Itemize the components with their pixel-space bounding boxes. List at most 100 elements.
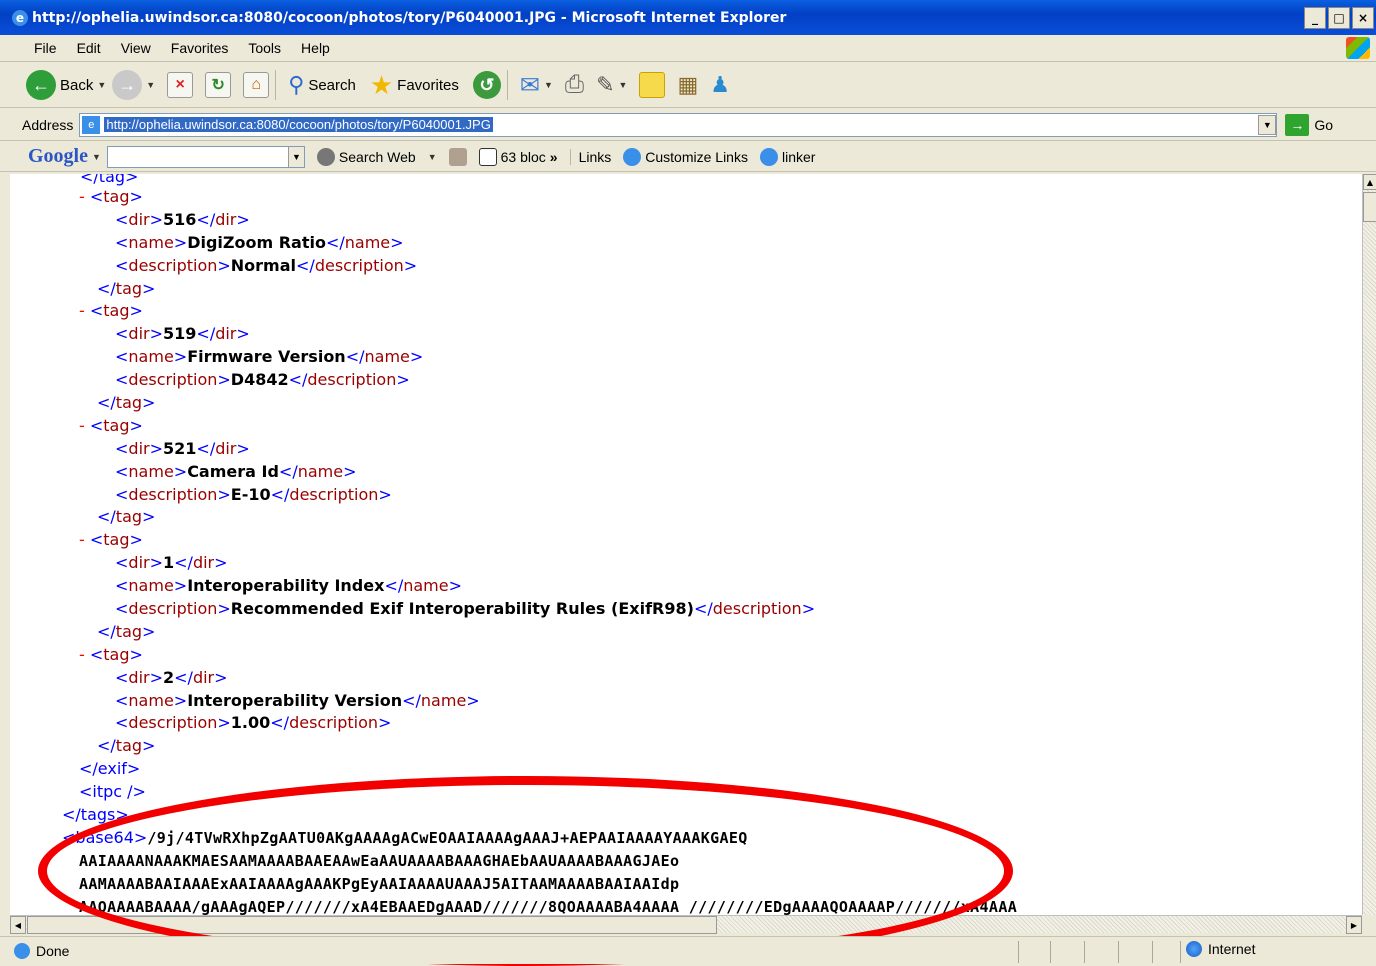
research-icon: ▦ [677, 72, 699, 97]
chevron-down-icon[interactable]: ▼ [97, 80, 106, 90]
chevron-down-icon[interactable]: ▼ [287, 146, 304, 167]
status-panel [1152, 941, 1153, 963]
chevron-down-icon[interactable]: ▼ [146, 80, 155, 90]
home-button[interactable]: ⌂ [243, 72, 270, 98]
ie-icon: e [12, 9, 28, 26]
status-panel [1018, 941, 1019, 963]
mail-button[interactable]: ✉ ▼ [520, 71, 553, 100]
chevron-down-icon[interactable]: ▼ [428, 152, 437, 162]
collapse-toggle[interactable]: - [79, 301, 85, 320]
minimize-button[interactable]: _ [1304, 6, 1326, 29]
customize-links-link[interactable]: Customize Links [623, 147, 748, 166]
tag-open: - <tag> [79, 187, 143, 206]
refresh-icon: ↻ [205, 72, 232, 98]
menu-bar: File Edit View Favorites Tools Help [0, 35, 1376, 62]
news-icon [448, 147, 467, 166]
collapse-toggle[interactable]: - [79, 645, 85, 664]
google-toolbar: Google ▼ ▼ Search Web ▼ 63 bloc » Links … [0, 142, 1376, 172]
chevron-down-icon[interactable]: ▼ [544, 80, 553, 90]
go-button[interactable]: → Go [1285, 113, 1333, 136]
toolbar-separator [275, 70, 277, 100]
maximize-button[interactable]: □ [1328, 6, 1350, 29]
chevron-down-icon[interactable]: ▼ [92, 152, 101, 162]
base64-line: AAIAAAANAAAKMAESAAMAAAABAAEAAwEaAAUAAAAB… [10, 850, 1362, 873]
scroll-left-icon[interactable]: ◀ [10, 916, 26, 934]
name-element: <name>Camera Id</name> [115, 461, 357, 481]
news-button[interactable] [448, 147, 467, 166]
favorites-label: Favorites [397, 76, 459, 94]
ie-page-icon [623, 147, 642, 166]
zone-label: Internet [1208, 941, 1256, 957]
page-icon: e [82, 115, 101, 134]
search-icon: ⚲ [288, 72, 305, 97]
chevron-down-icon[interactable]: ▼ [619, 80, 628, 90]
base64-text: AAIAAAANAAAKMAESAAMAAAABAAEAAwEaAAUAAAAB… [79, 851, 680, 870]
chevron-down-icon[interactable]: ▼ [1258, 114, 1277, 135]
globe-icon [1186, 941, 1202, 957]
standard-toolbar: ← Back ▼ → ▼ × ↻ ⌂ ⚲ Search ★ Favorites … [0, 63, 1376, 108]
collapse-toggle[interactable]: - [79, 187, 85, 206]
name-value: Interoperability Version [187, 690, 403, 710]
stop-button[interactable]: × [167, 72, 194, 98]
menu-file[interactable]: File [24, 40, 67, 56]
description-element: <description>Normal</description> [115, 255, 418, 275]
dir-element: <dir>519</dir> [115, 324, 250, 344]
menu-favorites[interactable]: Favorites [161, 40, 239, 56]
security-zone[interactable]: Internet [1186, 941, 1255, 957]
linker-link[interactable]: linker [759, 147, 815, 166]
windows-logo-icon [1346, 37, 1370, 59]
dir-value: 2 [163, 667, 175, 687]
address-url[interactable]: http://ophelia.uwindsor.ca:8080/cocoon/p… [104, 117, 493, 132]
print-button[interactable]: ⎙ [565, 71, 584, 99]
window-title: http://ophelia.uwindsor.ca:8080/cocoon/p… [32, 9, 787, 26]
address-input[interactable]: e http://ophelia.uwindsor.ca:8080/cocoon… [79, 112, 1278, 137]
research-button[interactable]: ▦ [677, 72, 698, 98]
favorites-button[interactable]: ★ Favorites [370, 70, 459, 101]
collapse-toggle[interactable]: - [79, 530, 85, 549]
scroll-up-icon[interactable]: ▲ [1363, 174, 1376, 190]
forward-arrow-icon: → [112, 70, 143, 100]
tag-open: - <tag> [79, 301, 143, 321]
tag-close: </tag> [97, 621, 156, 641]
search-button[interactable]: ⚲ Search [288, 72, 356, 98]
refresh-button[interactable]: ↻ [205, 72, 232, 98]
horizontal-scrollbar[interactable]: ◀ ▶ [10, 915, 1362, 934]
status-panel [1180, 941, 1181, 963]
google-search-input[interactable]: ▼ [106, 145, 305, 168]
toolbar-separator [506, 70, 508, 100]
messenger-icon: ♟ [710, 72, 730, 97]
menu-edit[interactable]: Edit [67, 40, 111, 56]
scroll-right-icon[interactable]: ▶ [1346, 916, 1362, 934]
status-bar: Done Internet [0, 936, 1376, 964]
discuss-button[interactable] [639, 72, 666, 98]
base64-line: AAMAAAABAAIAAAExAAIAAAAgAAAKPgEyAAIAAAAU… [10, 873, 1362, 896]
vertical-scrollbar[interactable]: ▲ [1362, 174, 1376, 915]
google-logo[interactable]: Google [28, 145, 88, 168]
mail-icon: ✉ [519, 71, 540, 99]
history-button[interactable]: ↺ [472, 71, 501, 99]
vertical-scroll-thumb[interactable] [1363, 192, 1376, 222]
popup-blocker-icon [478, 147, 497, 166]
dir-element: <dir>2</dir> [115, 667, 228, 687]
dir-value: 516 [163, 209, 197, 229]
name-element: <name>DigiZoom Ratio</name> [115, 232, 404, 252]
menu-view[interactable]: View [111, 40, 161, 56]
back-button[interactable]: ← Back ▼ [26, 70, 106, 100]
ie-page-icon [759, 147, 778, 166]
search-web-button[interactable]: Search Web ▼ [316, 147, 437, 166]
name-value: Camera Id [187, 461, 279, 481]
page-content[interactable]: </tag> - <tag> <dir>516</dir> <name>DigiZo… [10, 174, 1362, 915]
menu-tools[interactable]: Tools [238, 40, 291, 56]
messenger-button[interactable]: ♟ [710, 72, 730, 98]
edit-button[interactable]: ✎ ▼ [596, 72, 627, 98]
collapse-toggle[interactable]: - [79, 416, 85, 435]
more-chevron-icon[interactable]: » [550, 149, 558, 165]
popup-blocker-button[interactable]: 63 bloc » [478, 147, 558, 166]
horizontal-scroll-thumb[interactable] [27, 916, 717, 934]
description-value: Normal [230, 255, 297, 275]
stop-icon: × [167, 72, 194, 98]
menu-help[interactable]: Help [291, 40, 340, 56]
close-button[interactable]: × [1352, 6, 1374, 29]
forward-button[interactable]: → ▼ [112, 70, 155, 100]
dir-element: <dir>521</dir> [115, 438, 250, 458]
